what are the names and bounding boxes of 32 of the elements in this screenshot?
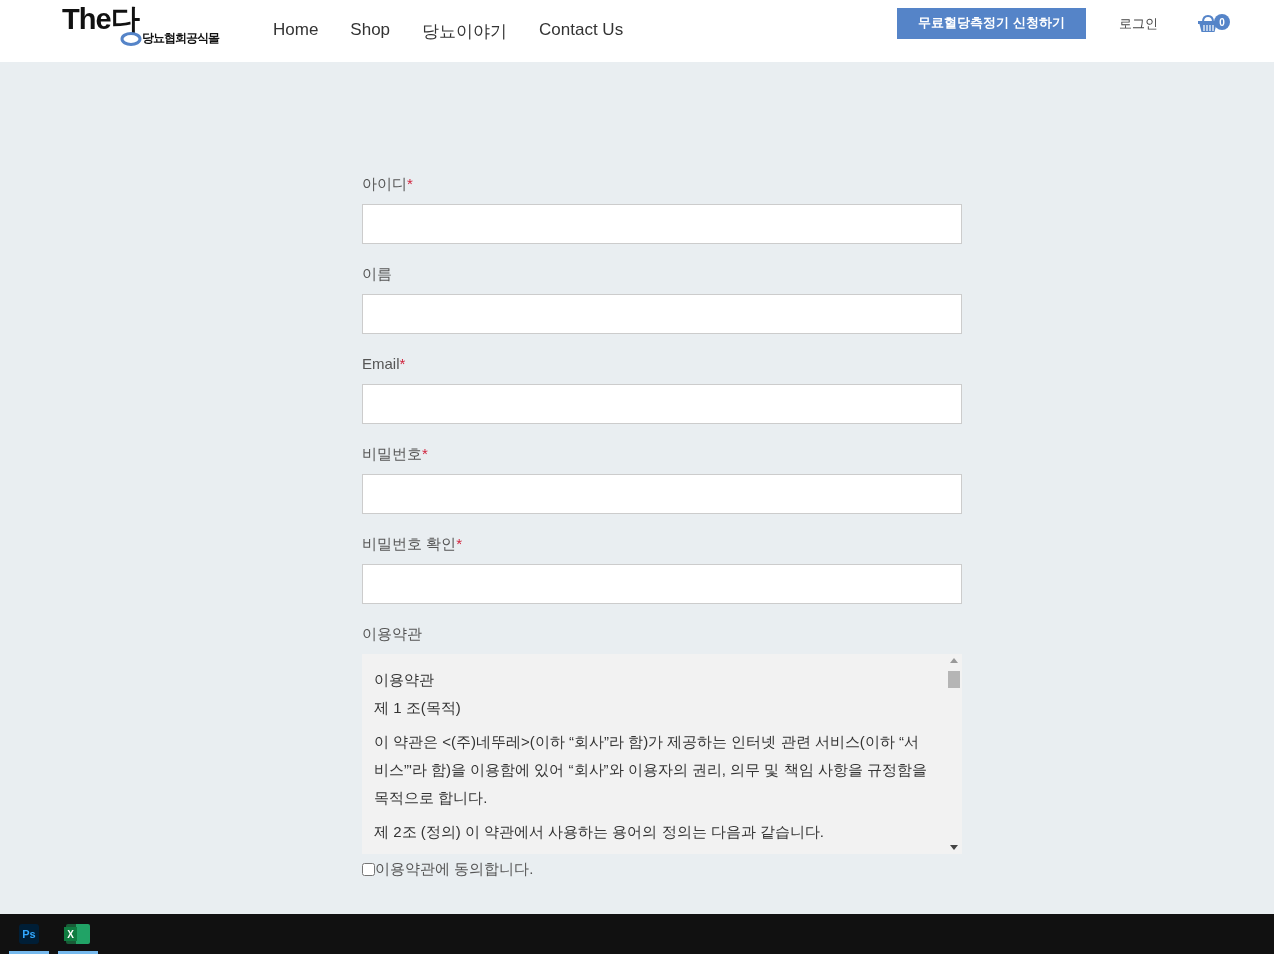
input-field[interactable]: [362, 384, 962, 424]
field-label: 비밀번호*: [362, 444, 429, 464]
field-label: 이름: [362, 264, 393, 284]
field-label: 이용약관: [362, 624, 423, 644]
terms-text: 제 2조 (정의) 이 약관에서 사용하는 용어의 정의는 다음과 같습니다.: [374, 822, 825, 842]
spreadsheet-icon[interactable]: X: [66, 924, 90, 944]
agree-checkbox[interactable]: [362, 863, 375, 876]
input-field[interactable]: [362, 564, 962, 604]
logo-subtitle: 당뇨협회공식몰: [142, 30, 219, 47]
field-label: Email*: [362, 354, 407, 374]
apply-button[interactable]: 무료혈당측정기 신청하기: [897, 7, 1086, 39]
terms-text: 이용약관: [374, 670, 435, 690]
login-link[interactable]: 로그인: [1119, 15, 1158, 33]
scroll-down-icon[interactable]: [950, 845, 958, 850]
terms-box[interactable]: 이용약관 제 1 조(목적) 이 약관은 <(주)네뚜레>(이하 “회사”라 함)가 제공하는 인터넷 관련 서비스(이하 “서비스”'라 함)을 이용함에 있어 “회사”와 이용자의 권리, 의무 및 책임 사항을 규정함을 목적으로 합니다. 제 2조 (정의) 이 약관에서 사용하는 용어의 정의는 다음과 같습니다.: [362, 654, 962, 854]
nav-link[interactable]: Shop: [334, 19, 407, 43]
nav-link[interactable]: Contact Us: [523, 19, 640, 43]
nav-link[interactable]: Home: [257, 19, 335, 43]
ring-icon: [120, 31, 142, 46]
field-label: 비밀번호 확인*: [362, 534, 463, 554]
input-field[interactable]: [362, 204, 962, 244]
scroll-thumb[interactable]: [948, 671, 960, 688]
input-field[interactable]: [362, 474, 962, 514]
terms-text: 이 약관은 <(주)네뚜레>(이하 “회사”라 함)가 제공하는 인터넷 관련 서비스(이하 “서비스”'라 함)을 이용함에 있어 “회사”와 이용자의 권리, 의무 및 책임 사항을 규정함을 목적으로 합니다.: [374, 732, 928, 808]
field-label: 아이디*: [362, 174, 414, 194]
nav-link[interactable]: 당뇨이야기: [406, 19, 524, 43]
scroll-up-icon[interactable]: [950, 658, 958, 663]
terms-text: 제 1 조(목적): [374, 698, 462, 718]
cart-count-badge: 0: [1214, 14, 1230, 30]
agree-label: 이용약관에 동의합니다.: [375, 860, 534, 879]
photoshop-icon[interactable]: Ps: [19, 924, 39, 944]
input-field[interactable]: [362, 294, 962, 334]
